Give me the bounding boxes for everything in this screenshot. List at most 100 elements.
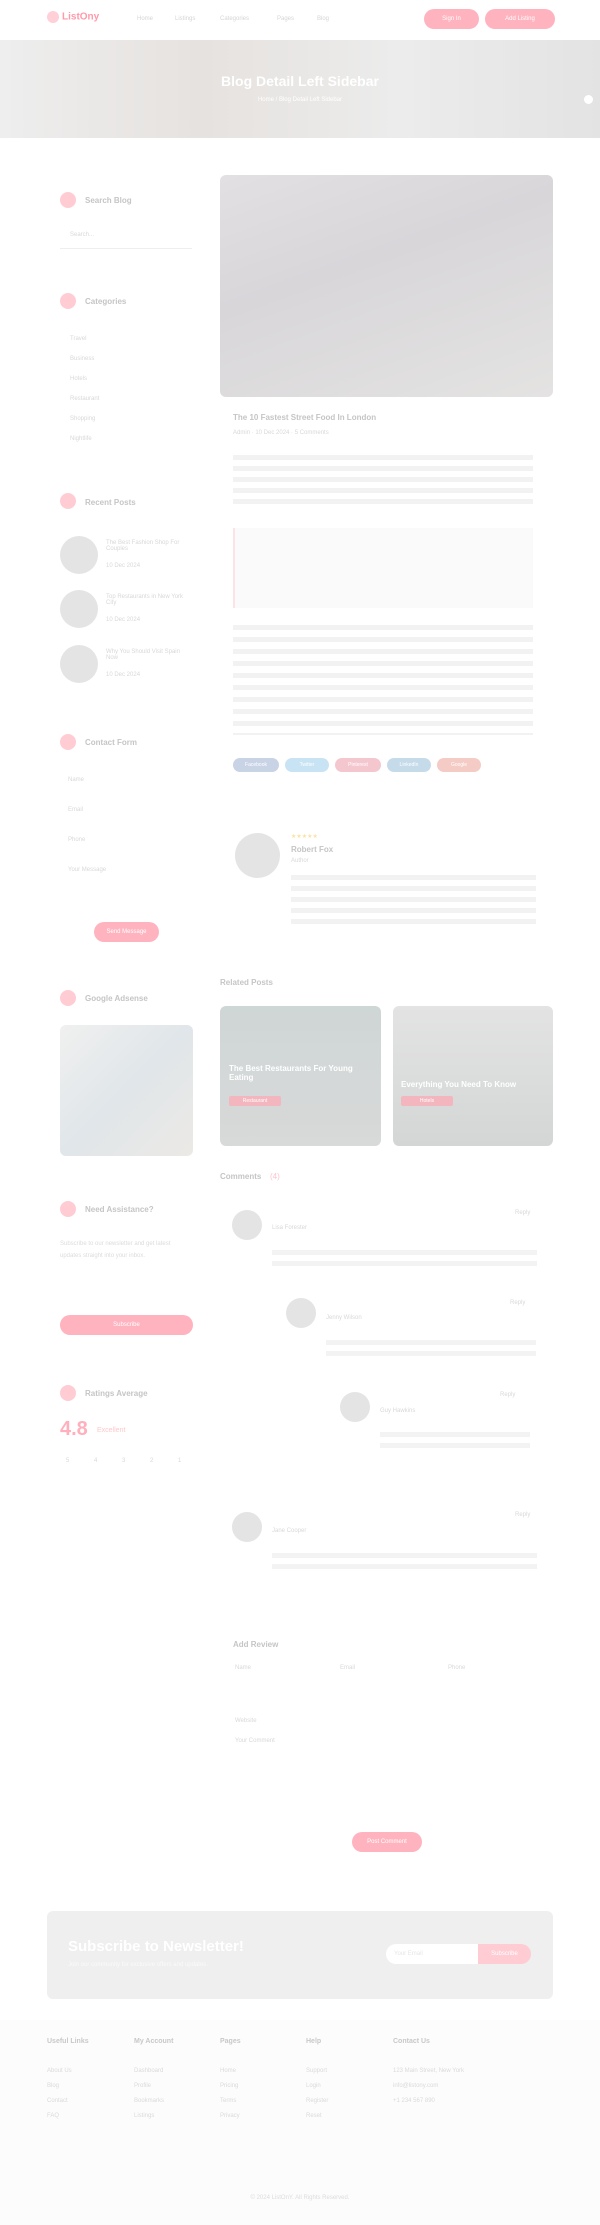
post-title: The 10 Fastest Street Food In London xyxy=(233,413,377,422)
footer-link[interactable]: Blog xyxy=(47,2083,59,2089)
author-avatar xyxy=(235,833,280,878)
blockquote xyxy=(233,528,533,608)
ad-image[interactable] xyxy=(60,1025,193,1156)
recent-post-title[interactable]: The Best Fashion Shop For Couples xyxy=(106,540,186,552)
recent-post-title[interactable]: Top Restaurants in New York City xyxy=(106,594,186,606)
related-card[interactable] xyxy=(393,1006,553,1146)
phone-field[interactable]: Phone xyxy=(68,837,85,843)
comment-field[interactable]: Your Comment xyxy=(235,1738,275,1744)
footer-link[interactable]: Register xyxy=(306,2098,328,2104)
post-comment-button[interactable]: Post Comment xyxy=(352,1832,422,1852)
footer-link[interactable]: About Us xyxy=(47,2068,72,2074)
post-meta: Admin · 10 Dec 2024 · 5 Comments xyxy=(233,430,329,436)
sidebar-categories-title: Categories xyxy=(85,297,127,306)
commenter-name: Lisa Forester xyxy=(272,1225,308,1231)
sidebar-newsletter-title: Need Assistance? xyxy=(85,1205,154,1214)
category-item[interactable]: Restaurant xyxy=(70,396,99,402)
category-item[interactable]: Nightlife xyxy=(70,436,92,442)
reply-button[interactable]: Reply xyxy=(510,1300,525,1306)
footer-link[interactable]: Pricing xyxy=(220,2083,238,2089)
share-twitter-button[interactable]: Twitter xyxy=(285,758,329,772)
related-card-title[interactable]: Everything You Need To Know xyxy=(401,1080,541,1089)
search-input[interactable]: Search... xyxy=(70,232,94,238)
share-google-button[interactable]: Google xyxy=(437,758,481,772)
commenter-name: Jenny Wilson xyxy=(326,1315,362,1321)
commenter-name: Jane Cooper xyxy=(272,1528,307,1534)
name-field[interactable]: Name xyxy=(68,777,84,783)
phone-field[interactable]: Phone xyxy=(448,1665,465,1671)
category-item[interactable]: Hotels xyxy=(70,376,87,382)
logo[interactable]: ListOny xyxy=(47,11,99,23)
commenter-avatar xyxy=(232,1210,262,1240)
share-linkedin-button[interactable]: LinkedIn xyxy=(387,758,431,772)
site-header: ListOny Home Listings Categories Pages B… xyxy=(0,0,600,40)
reply-button[interactable]: Reply xyxy=(500,1392,515,1398)
footer-contact[interactable]: +1 234 567 890 xyxy=(393,2098,435,2104)
message-field[interactable]: Your Message xyxy=(68,867,106,873)
footer-contact[interactable]: info@listony.com xyxy=(393,2083,438,2089)
breadcrumb: Home / Blog Detail Left Sidebar xyxy=(257,97,343,103)
rating-bar-label: 1 xyxy=(178,1458,182,1464)
commenter-name: Guy Hawkins xyxy=(380,1408,416,1414)
author-bio xyxy=(291,875,536,930)
post-thumb[interactable] xyxy=(60,645,98,683)
nav-blog[interactable]: Blog xyxy=(317,16,329,22)
nav-categories[interactable]: Categories xyxy=(220,16,249,22)
author-stars: ★★★★★ xyxy=(291,834,318,840)
contact-icon xyxy=(60,734,76,750)
signin-button[interactable]: Sign In xyxy=(424,9,479,29)
website-field[interactable]: Website xyxy=(235,1718,257,1724)
nav-home[interactable]: Home xyxy=(137,16,153,22)
email-field[interactable]: Email xyxy=(68,807,83,813)
send-message-button[interactable]: Send Message xyxy=(94,922,159,942)
comment-text xyxy=(272,1553,537,1573)
category-item[interactable]: Business xyxy=(70,356,94,362)
post-thumb[interactable] xyxy=(60,590,98,628)
related-card-tag[interactable]: Hotels xyxy=(401,1096,453,1106)
footer-link[interactable]: Contact xyxy=(47,2098,68,2104)
footer-col-title: Help xyxy=(306,2038,322,2045)
footer-link[interactable]: Terms xyxy=(220,2098,236,2104)
nav-pages[interactable]: Pages xyxy=(277,16,294,22)
scroll-top-icon[interactable] xyxy=(584,95,593,104)
newsletter-email-input[interactable]: Your Email xyxy=(386,1944,478,1964)
footer-link[interactable]: FAQ xyxy=(47,2113,59,2119)
footer-link[interactable]: Reset xyxy=(306,2113,322,2119)
related-card-title[interactable]: The Best Restaurants For Young Eating xyxy=(229,1064,369,1082)
assistance-icon xyxy=(60,1201,76,1217)
footer-link[interactable]: Support xyxy=(306,2068,327,2074)
post-paragraph xyxy=(233,625,533,735)
footer-link[interactable]: Profile xyxy=(134,2083,151,2089)
email-field[interactable]: Email xyxy=(340,1665,355,1671)
reply-button[interactable]: Reply xyxy=(515,1210,530,1216)
recent-post-title[interactable]: Why You Should Visit Spain Now xyxy=(106,649,186,661)
footer-col-title: My Account xyxy=(134,2038,174,2045)
newsletter-subscribe-button[interactable]: Subscribe xyxy=(60,1315,193,1335)
post-thumb[interactable] xyxy=(60,536,98,574)
footer-link[interactable]: Bookmarks xyxy=(134,2098,164,2104)
copyright: © 2024 ListOnY. All Rights Reserved. xyxy=(250,2195,350,2201)
related-card-tag[interactable]: Restaurant xyxy=(229,1096,281,1106)
share-facebook-button[interactable]: Facebook xyxy=(233,758,279,772)
footer-link[interactable]: Listings xyxy=(134,2113,154,2119)
divider xyxy=(60,248,192,249)
footer-link[interactable]: Login xyxy=(306,2083,321,2089)
footer-col-title: Contact Us xyxy=(393,2038,430,2045)
comment-text xyxy=(380,1432,530,1452)
footer-link[interactable]: Home xyxy=(220,2068,236,2074)
footer-link[interactable]: Dashboard xyxy=(134,2068,163,2074)
comment-text xyxy=(272,1250,537,1270)
category-item[interactable]: Shopping xyxy=(70,416,95,422)
hero-banner xyxy=(0,40,600,138)
add-listing-button[interactable]: Add Listing xyxy=(485,9,555,29)
category-item[interactable]: Travel xyxy=(70,336,86,342)
footer-link[interactable]: Privacy xyxy=(220,2113,240,2119)
newsletter-title: Subscribe to Newsletter! xyxy=(68,1938,244,1955)
newsletter-subscribe-button[interactable]: Subscribe xyxy=(478,1944,531,1964)
newsletter-sub: Join our community for exclusive offers … xyxy=(68,1962,208,1968)
nav-listings[interactable]: Listings xyxy=(175,16,195,22)
name-field[interactable]: Name xyxy=(235,1665,251,1671)
share-pinterest-button[interactable]: Pinterest xyxy=(335,758,381,772)
reply-button[interactable]: Reply xyxy=(515,1512,530,1518)
sidebar-contact-title: Contact Form xyxy=(85,738,137,747)
